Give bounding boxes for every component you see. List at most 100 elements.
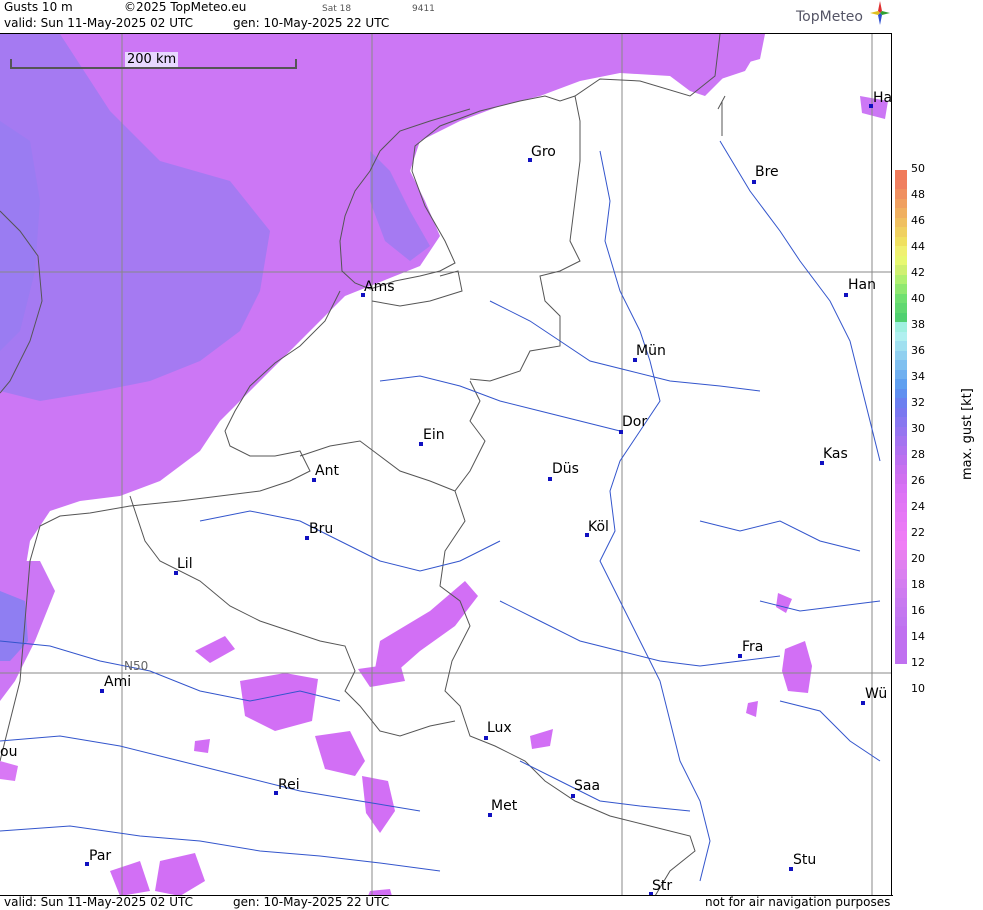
color-step bbox=[895, 569, 907, 579]
color-step bbox=[895, 626, 907, 636]
city-label: Köl bbox=[588, 519, 609, 535]
sat-label: Sat 18 bbox=[322, 4, 352, 14]
city-label: ou bbox=[0, 744, 18, 760]
scale-label: 200 km bbox=[125, 52, 179, 67]
color-step bbox=[895, 322, 907, 332]
color-step bbox=[895, 265, 907, 275]
color-step bbox=[895, 483, 907, 493]
legend-tick-label: 10 bbox=[911, 682, 925, 695]
color-step bbox=[895, 350, 907, 360]
color-step bbox=[895, 654, 907, 664]
color-step bbox=[895, 512, 907, 522]
city-label: Rei bbox=[278, 777, 300, 793]
color-step bbox=[895, 217, 907, 227]
city-label: Dor bbox=[622, 414, 648, 430]
city-label: Lil bbox=[177, 556, 193, 572]
color-step bbox=[895, 597, 907, 607]
city-label: Ha bbox=[873, 90, 892, 106]
color-step bbox=[895, 635, 907, 645]
city-label: Ami bbox=[104, 674, 132, 690]
city-label: Fra bbox=[742, 639, 764, 655]
city-label: Met bbox=[491, 798, 518, 814]
color-step bbox=[895, 588, 907, 598]
logo-text: TopMeteo bbox=[796, 9, 863, 25]
footer-bar: valid: Sun 11-May-2025 02 UTC gen: 10-Ma… bbox=[0, 895, 893, 910]
city-label: Stu bbox=[793, 852, 817, 868]
legend-tick-label: 36 bbox=[911, 344, 925, 357]
color-step bbox=[895, 388, 907, 398]
color-step bbox=[895, 407, 907, 417]
legend-tick-label: 12 bbox=[911, 656, 925, 669]
city-dot bbox=[548, 477, 552, 481]
city-dot bbox=[484, 736, 488, 740]
color-step bbox=[895, 502, 907, 512]
city-label: Düs bbox=[552, 461, 579, 477]
legend-tick-label: 30 bbox=[911, 422, 925, 435]
color-step bbox=[895, 417, 907, 427]
city-label: Kas bbox=[823, 446, 848, 462]
color-step bbox=[895, 170, 907, 180]
city-label: Ams bbox=[364, 279, 395, 295]
city-label: Saa bbox=[574, 778, 601, 794]
gen-time: gen: 10-May-2025 22 UTC bbox=[233, 16, 390, 30]
city-label: Gro bbox=[531, 144, 556, 160]
footer-valid-time: valid: Sun 11-May-2025 02 UTC bbox=[4, 895, 193, 909]
color-step bbox=[895, 550, 907, 560]
color-step bbox=[895, 464, 907, 474]
color-step bbox=[895, 616, 907, 626]
legend-tick-label: 46 bbox=[911, 214, 925, 227]
color-step bbox=[895, 559, 907, 569]
color-step bbox=[895, 255, 907, 265]
color-step bbox=[895, 540, 907, 550]
compass-icon bbox=[870, 1, 890, 25]
legend-title: max. gust [kt] bbox=[960, 388, 975, 480]
color-step bbox=[895, 436, 907, 446]
legend-tick-label: 20 bbox=[911, 552, 925, 565]
legend-tick-label: 50 bbox=[911, 162, 925, 175]
color-step bbox=[895, 198, 907, 208]
color-step bbox=[895, 445, 907, 455]
color-step bbox=[895, 293, 907, 303]
legend-tick-label: 34 bbox=[911, 370, 925, 383]
topmeteo-logo: TopMeteo bbox=[796, 1, 890, 25]
color-step bbox=[895, 189, 907, 199]
color-step bbox=[895, 474, 907, 484]
legend-tick-label: 40 bbox=[911, 292, 925, 305]
color-step bbox=[895, 246, 907, 256]
city-dot bbox=[752, 180, 756, 184]
color-step bbox=[895, 493, 907, 503]
header-bar: Gusts 10 m ©2025 TopMeteo.eu Sat 18 9411… bbox=[0, 0, 893, 33]
color-step bbox=[895, 303, 907, 313]
color-step bbox=[895, 284, 907, 294]
color-step bbox=[895, 379, 907, 389]
city-label: Str bbox=[652, 878, 673, 894]
legend-tick-label: 18 bbox=[911, 578, 925, 591]
legend-tick-label: 38 bbox=[911, 318, 925, 331]
city-dot bbox=[619, 430, 623, 434]
map-area[interactable]: 200 km N50 Gro Bre Ha Ams Han Mün Dor Ein Kas Düs… bbox=[0, 33, 892, 895]
city-dot bbox=[571, 794, 575, 798]
legend-tick-label: 16 bbox=[911, 604, 925, 617]
latitude-label: N50 bbox=[124, 659, 149, 673]
city-label: Bre bbox=[755, 164, 779, 180]
run-code: 9411 bbox=[412, 4, 435, 14]
color-step bbox=[895, 179, 907, 189]
copyright: ©2025 TopMeteo.eu bbox=[124, 0, 247, 14]
legend-tick-label: 48 bbox=[911, 188, 925, 201]
city-label: Bru bbox=[309, 521, 334, 537]
color-step bbox=[895, 426, 907, 436]
color-step bbox=[895, 331, 907, 341]
footer-gen-time: gen: 10-May-2025 22 UTC bbox=[233, 895, 390, 909]
color-step bbox=[895, 227, 907, 237]
color-step bbox=[895, 455, 907, 465]
city-label: Par bbox=[89, 848, 112, 864]
city-label: Mün bbox=[636, 343, 666, 359]
city-label: Ant bbox=[315, 463, 339, 479]
city-dot bbox=[844, 293, 848, 297]
legend-tick-label: 26 bbox=[911, 474, 925, 487]
legend-tick-label: 44 bbox=[911, 240, 925, 253]
color-step bbox=[895, 607, 907, 617]
legend-tick-label: 32 bbox=[911, 396, 925, 409]
legend-tick-label: 22 bbox=[911, 526, 925, 539]
color-step bbox=[895, 398, 907, 408]
